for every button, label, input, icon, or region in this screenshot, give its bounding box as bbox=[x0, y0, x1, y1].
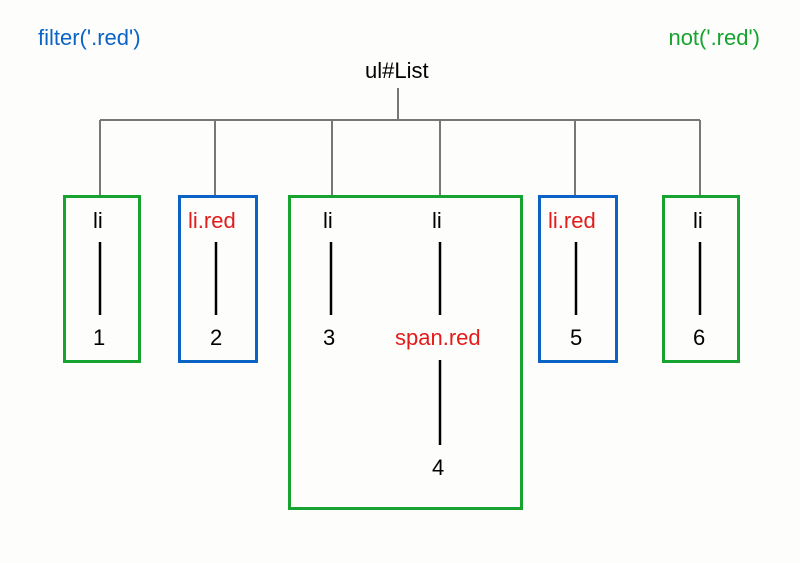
node-3-value: 3 bbox=[323, 325, 335, 351]
node-5-value: 5 bbox=[570, 325, 582, 351]
node-1-value: 1 bbox=[93, 325, 105, 351]
root-node-label: ul#List bbox=[365, 58, 429, 84]
diagram-stage: filter('.red') not('.red') ul#List li 1 … bbox=[0, 0, 800, 563]
node-3-label: li bbox=[323, 208, 333, 234]
filter-method-label: filter('.red') bbox=[38, 25, 141, 51]
node-3-4-box bbox=[288, 195, 523, 510]
node-6-label: li bbox=[693, 208, 703, 234]
node-1-label: li bbox=[93, 208, 103, 234]
node-2-label: li.red bbox=[188, 208, 236, 234]
node-4-span-label: span.red bbox=[395, 325, 481, 351]
node-6-value: 6 bbox=[693, 325, 705, 351]
node-4-label: li bbox=[432, 208, 442, 234]
node-4-value: 4 bbox=[432, 455, 444, 481]
not-method-label: not('.red') bbox=[668, 25, 760, 51]
node-2-value: 2 bbox=[210, 325, 222, 351]
node-5-label: li.red bbox=[548, 208, 596, 234]
